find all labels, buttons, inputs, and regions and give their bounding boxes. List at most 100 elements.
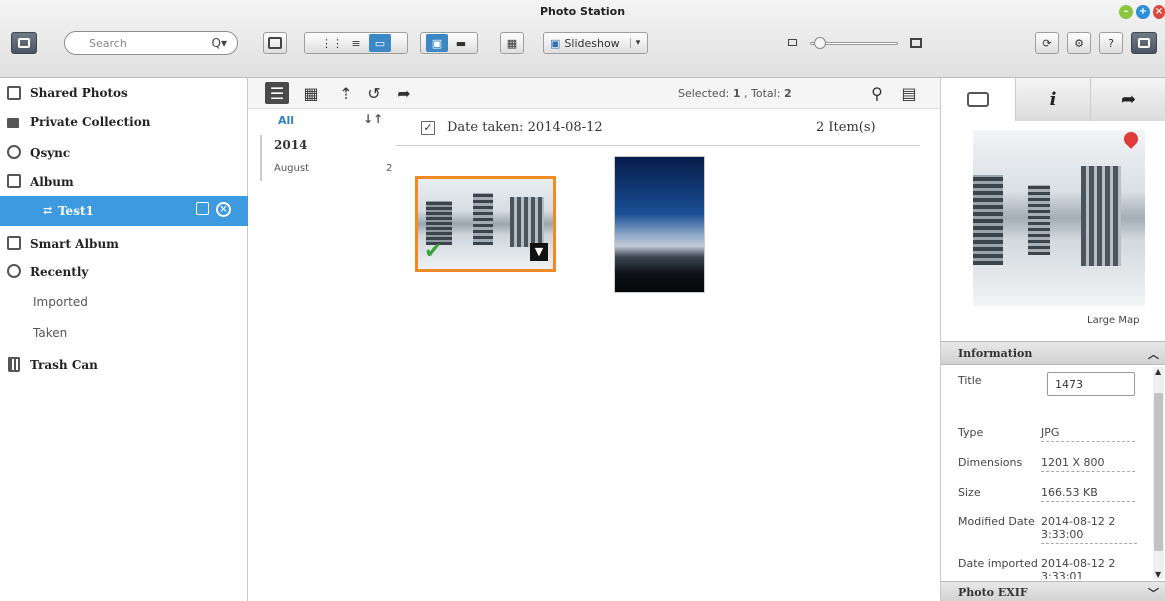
thumbnail-view-icon[interactable]: ⋮⋮	[321, 34, 343, 52]
sidebar-item-shared-photos[interactable]: Shared Photos	[0, 78, 248, 108]
thumbnail-size-slider[interactable]	[788, 36, 923, 52]
info-scrollbar[interactable]: ▲ ▼	[1153, 367, 1164, 579]
chevron-down-icon[interactable]: ▾	[629, 38, 640, 48]
sidebar-item-trash-can[interactable]: Trash Can	[0, 350, 248, 380]
sidebar-item-label: Qsync	[30, 146, 71, 160]
server-rack-right	[1081, 166, 1121, 266]
sidebar-item-album[interactable]: Album	[0, 167, 248, 197]
smart-album-icon	[7, 236, 21, 250]
list-view-icon[interactable]: ≡	[345, 34, 367, 52]
server-rack-mid	[1028, 185, 1050, 255]
qr-button[interactable]: ▦	[500, 32, 524, 54]
title-field[interactable]: 1473	[1047, 372, 1135, 396]
large-size-icon	[910, 38, 922, 48]
upload-button[interactable]: ⇡	[334, 82, 358, 104]
sidebar-toggle-button[interactable]	[11, 32, 37, 54]
timeline-month-count: 2	[386, 163, 393, 174]
filmstrip-view-button[interactable]	[263, 32, 287, 54]
timeline-all[interactable]: All	[278, 114, 294, 127]
album-icon	[7, 174, 21, 188]
sidebar-item-recently[interactable]: Recently	[0, 257, 248, 287]
gear-icon: ⚙	[1074, 36, 1084, 50]
server-rack-mid	[473, 193, 493, 245]
share-arrow-icon: ➦	[1120, 89, 1137, 110]
sidebar-item-label: Trash Can	[30, 358, 98, 372]
total-count: 2	[783, 87, 792, 100]
maximize-button[interactable]: +	[1136, 5, 1150, 19]
info-panel-toggle-button[interactable]	[1131, 32, 1157, 54]
info-icon: i	[1049, 89, 1057, 110]
information-header[interactable]: Information ︿	[941, 341, 1165, 365]
sidebar-item-test1[interactable]: ⇄ Test1 ×	[0, 196, 248, 226]
help-button[interactable]: ?	[1099, 32, 1123, 54]
timeline-month[interactable]: August	[274, 163, 309, 174]
window-title: Photo Station	[539, 5, 626, 18]
rotate-button[interactable]: ↺	[362, 82, 386, 104]
sidebar-item-qsync[interactable]: Qsync	[0, 138, 248, 168]
tab-map[interactable]	[941, 78, 1016, 121]
remove-icon[interactable]: ×	[216, 202, 231, 217]
photo-icon	[7, 86, 21, 100]
photo-preview-map[interactable]	[973, 130, 1145, 306]
timeline-view-icon[interactable]: ▭	[369, 34, 391, 52]
search-icon[interactable]: Q▾	[212, 36, 227, 50]
scroll-up-arrow[interactable]: ▲	[1155, 367, 1161, 376]
date-imported-value: 2014-08-12 2 3:33:01	[1041, 557, 1116, 579]
timeline-year[interactable]: 2014	[274, 138, 307, 152]
share-button[interactable]: ➦	[392, 82, 416, 104]
slideshow-button[interactable]: ▣ Slideshow ▾	[543, 32, 648, 54]
chevron-up-icon[interactable]: ︿	[1148, 346, 1159, 362]
tab-info[interactable]: i	[1016, 78, 1091, 121]
selected-count: 1	[732, 87, 741, 100]
group-item-count: 2 Item(s)	[816, 120, 876, 135]
timeline-toggle-button[interactable]: ☰	[265, 82, 289, 104]
scroll-down-arrow[interactable]: ▼	[1155, 570, 1161, 579]
chevron-down-icon[interactable]: ﹀	[1148, 585, 1159, 601]
tab-share[interactable]: ➦	[1091, 78, 1165, 121]
sidebar-item-taken[interactable]: Taken	[0, 318, 248, 348]
sort-icon[interactable]: ↓↑	[363, 112, 383, 126]
edit-icon[interactable]	[196, 202, 209, 215]
dropdown-icon[interactable]: ▼	[530, 243, 548, 261]
slideshow-icon: ▣	[550, 36, 561, 50]
scroll-thumb[interactable]	[1154, 393, 1163, 551]
map-pin-icon[interactable]	[1121, 130, 1141, 149]
trash-icon	[8, 357, 20, 372]
type-value: JPG	[1041, 426, 1135, 442]
small-size-icon	[788, 39, 797, 46]
checkmark-icon: ✔	[424, 239, 443, 264]
modified-date-value: 2014-08-12 2 3:33:00	[1041, 515, 1137, 544]
close-button[interactable]: ×	[1153, 5, 1165, 19]
sidebar-item-imported[interactable]: Imported	[0, 287, 248, 317]
photo-mode-icon[interactable]: ▣	[426, 34, 448, 52]
sidebar-item-label: Imported	[33, 295, 88, 309]
group-select-checkbox[interactable]: ✓	[421, 121, 435, 135]
timeline-panel: All ↓↑ 2014 August 2	[248, 109, 396, 601]
panel-icon	[1138, 38, 1150, 48]
search-input[interactable]: Search Q▾	[64, 31, 238, 55]
photo-exif-title: Photo EXIF	[958, 586, 1028, 599]
date-imported-label: Date imported	[958, 557, 1038, 570]
refresh-button[interactable]: ⟳	[1035, 32, 1059, 54]
tag-button[interactable]: ▤	[897, 82, 921, 104]
modified-date-label: Modified Date	[958, 515, 1035, 528]
slider-handle[interactable]	[814, 37, 826, 49]
sidebar-item-label: Shared Photos	[30, 86, 128, 100]
title-label: Title	[958, 374, 982, 387]
large-map-link[interactable]: Large Map	[1087, 315, 1139, 326]
settings-button[interactable]: ⚙	[1067, 32, 1091, 54]
video-mode-icon[interactable]: ▬	[450, 34, 472, 52]
photo-thumbnail-landscape[interactable]	[614, 156, 705, 293]
location-button[interactable]: ⚲	[865, 82, 889, 104]
sidebar-item-smart-album[interactable]: Smart Album	[0, 229, 248, 259]
calendar-icon: ▦	[303, 83, 319, 103]
photo-exif-header[interactable]: Photo EXIF ﹀	[941, 581, 1165, 601]
sidebar-item-label: Test1	[58, 204, 94, 218]
photo-thumbnail-1473[interactable]: ✔ ▼	[415, 176, 556, 272]
sidebar: Shared Photos Private Collection Qsync A…	[0, 78, 248, 601]
minimize-button[interactable]: –	[1119, 5, 1133, 19]
map-pin-icon: ⚲	[871, 83, 883, 103]
sidebar-item-private-collection[interactable]: Private Collection	[0, 107, 248, 137]
calendar-button[interactable]: ▦	[299, 82, 323, 104]
help-icon: ?	[1108, 36, 1114, 50]
